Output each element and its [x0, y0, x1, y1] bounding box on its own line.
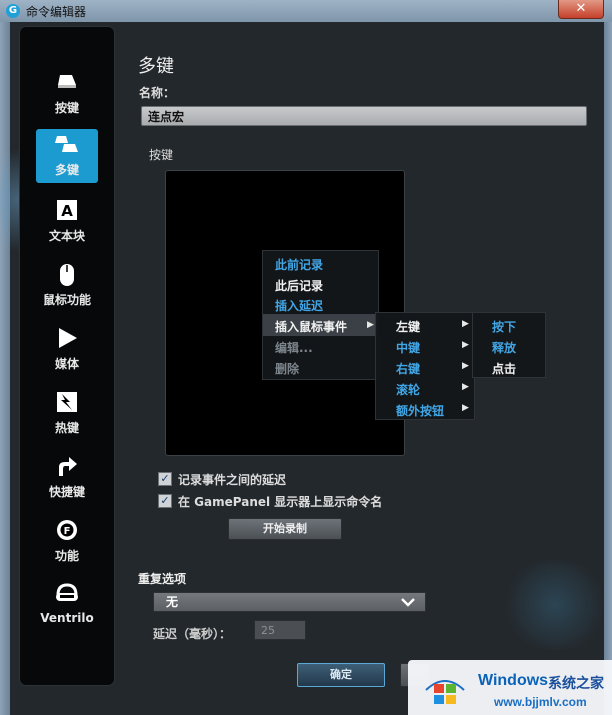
button-action-submenu: 按下 释放 点击: [472, 312, 546, 378]
command-type-sidebar: 按键 多键 A 文本块 鼠标功能 媒体 热键 快捷键 F 功能 Ventrilo: [20, 27, 114, 685]
menu-item-delete[interactable]: 删除: [275, 360, 299, 377]
record-delays-checkbox[interactable]: ✓: [158, 472, 172, 486]
submenu-item-press[interactable]: 按下: [492, 318, 516, 335]
watermark-brand: Windows: [478, 672, 549, 689]
menu-item-insert-mouse-event[interactable]: 插入鼠标事件: [275, 318, 347, 335]
sidebar-item-label: 多键: [54, 163, 79, 177]
sidebar-item-text-block[interactable]: A 文本块: [23, 195, 111, 251]
mouse-button-submenu: 左键 ▶ 中键 ▶ 右键 ▶ 滚轮 ▶ 额外按钮 ▶: [375, 312, 475, 420]
submenu-item-right-button[interactable]: 右键: [396, 360, 420, 377]
media-play-icon: [23, 327, 111, 349]
sidebar-item-label: 鼠标功能: [42, 293, 91, 307]
repeat-options-label: 重复选项: [138, 572, 187, 586]
keys-label: 按键: [149, 148, 174, 162]
submenu-arrow-icon: ▶: [462, 403, 469, 413]
sidebar-item-label: 功能: [54, 549, 79, 563]
repeat-select[interactable]: 无: [153, 592, 426, 612]
delay-label: 延迟（毫秒）：: [153, 627, 232, 641]
sidebar-item-multikey[interactable]: 多键: [23, 129, 111, 185]
sidebar-item-label: 媒体: [54, 357, 79, 371]
context-menu: 此前记录 此后记录 插入延迟 插入鼠标事件 ▶ 编辑... 删除: [262, 250, 379, 380]
name-input[interactable]: 连点宏: [141, 106, 587, 126]
svg-text:F: F: [64, 526, 71, 537]
close-button[interactable]: ✕: [558, 0, 604, 19]
text-block-icon: A: [23, 199, 111, 221]
show-name-label: 在 GamePanel 显示器上显示命令名: [178, 495, 383, 509]
menu-item-edit[interactable]: 编辑...: [275, 339, 313, 356]
sidebar-item-media[interactable]: 媒体: [23, 323, 111, 379]
logitech-app-icon: G: [6, 4, 20, 18]
ok-button[interactable]: 确定: [297, 663, 385, 687]
background-glow: [500, 560, 610, 650]
submenu-arrow-icon: ▶: [462, 319, 469, 329]
sidebar-item-shortcut[interactable]: 快捷键: [23, 451, 111, 507]
sidebar-item-function[interactable]: F 功能: [23, 515, 111, 571]
start-recording-button[interactable]: 开始录制: [228, 518, 342, 540]
sidebar-item-label: 热键: [54, 421, 79, 435]
sidebar-item-label: 按键: [54, 101, 79, 115]
submenu-item-release[interactable]: 释放: [492, 339, 516, 356]
watermark-url: www.bjjmlv.com: [494, 695, 587, 709]
page-title: 多键: [138, 56, 174, 77]
windows-logo-icon: [422, 670, 468, 708]
submenu-item-middle-button[interactable]: 中键: [396, 339, 420, 356]
headset-icon: [23, 583, 111, 605]
sidebar-item-label: 快捷键: [48, 485, 85, 499]
submenu-item-extra-button[interactable]: 额外按钮: [396, 402, 444, 419]
chevron-down-icon: [401, 592, 415, 618]
function-gear-icon: F: [23, 519, 111, 541]
svg-text:A: A: [61, 202, 73, 220]
sidebar-item-keystroke[interactable]: 按键: [23, 67, 111, 123]
submenu-arrow-icon: ▶: [462, 361, 469, 371]
repeat-select-value: 无: [166, 595, 179, 609]
record-delays-label: 记录事件之间的延迟: [178, 473, 287, 487]
menu-item-record-before[interactable]: 此前记录: [275, 256, 323, 273]
submenu-item-click[interactable]: 点击: [492, 360, 516, 377]
sidebar-item-hotkey[interactable]: 热键: [23, 387, 111, 443]
key-icon: [23, 71, 111, 93]
submenu-item-left-button[interactable]: 左键: [396, 318, 420, 335]
hotkey-icon: [23, 391, 111, 413]
menu-item-record-after[interactable]: 此后记录: [275, 277, 323, 294]
watermark: Windows 系统之家 www.bjjmlv.com: [408, 660, 612, 715]
name-label: 名称：: [139, 86, 176, 100]
show-name-checkbox[interactable]: ✓: [158, 494, 172, 508]
multikey-icon: [23, 133, 111, 155]
sidebar-item-ventrilo[interactable]: Ventrilo: [23, 579, 111, 635]
delay-input[interactable]: 25: [254, 620, 306, 640]
submenu-arrow-icon: ▶: [462, 382, 469, 392]
submenu-arrow-icon: ▶: [462, 340, 469, 350]
title-bar[interactable]: G 命令编辑器 ✕: [0, 0, 612, 23]
sidebar-item-label: Ventrilo: [40, 611, 94, 625]
watermark-subtitle: 系统之家: [548, 676, 604, 692]
sidebar-item-label: 文本块: [48, 229, 85, 243]
window-title: 命令编辑器: [26, 5, 87, 19]
window-frame-left: [0, 22, 10, 715]
submenu-item-wheel[interactable]: 滚轮: [396, 381, 420, 398]
mouse-icon: [23, 263, 111, 286]
sidebar-item-mouse-function[interactable]: 鼠标功能: [23, 259, 111, 315]
shortcut-arrow-icon: [23, 455, 111, 477]
submenu-arrow-icon: ▶: [367, 320, 374, 330]
menu-item-insert-delay[interactable]: 插入延迟: [275, 297, 323, 314]
